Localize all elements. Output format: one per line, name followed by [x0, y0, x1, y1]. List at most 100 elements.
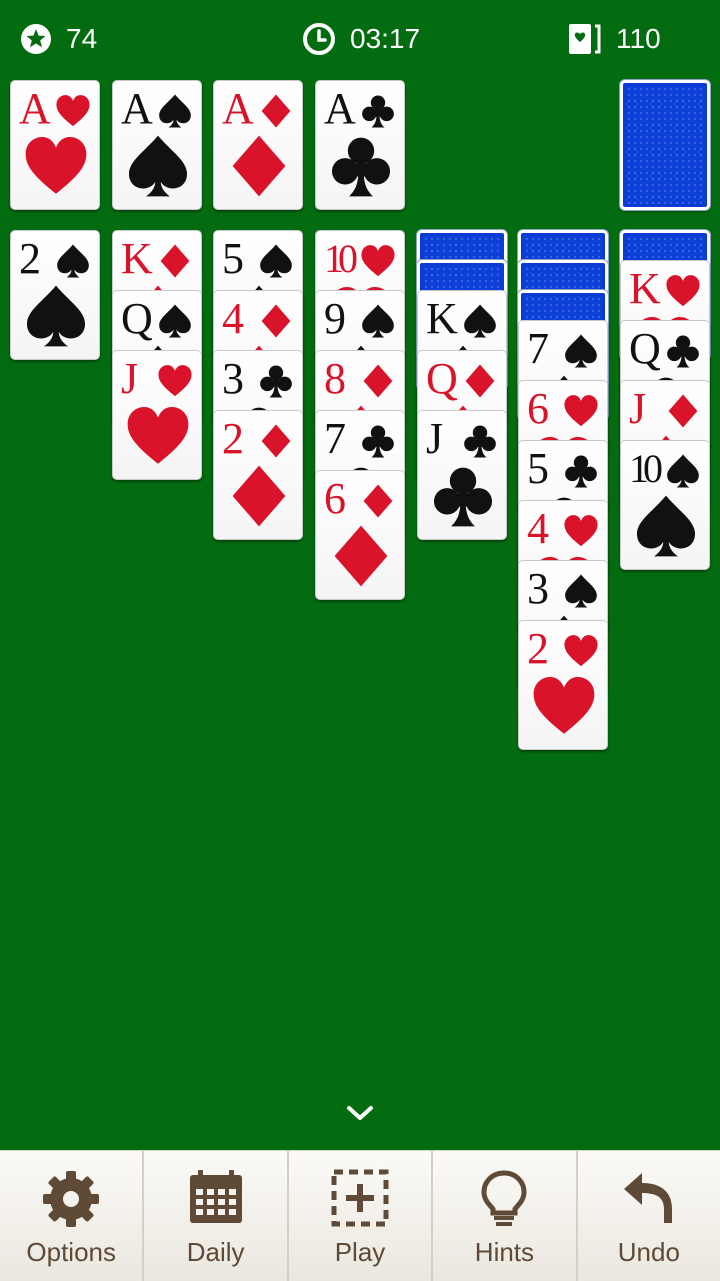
spade-icon [462, 303, 498, 339]
card-rank: A [19, 84, 51, 133]
score-value: 74 [66, 23, 98, 54]
tableau-card[interactable]: J [417, 410, 507, 540]
tableau-card[interactable]: 2 [213, 410, 303, 540]
card-rank: 4 [527, 504, 549, 553]
club-icon [328, 133, 394, 199]
card-rank: 8 [324, 354, 346, 403]
club-icon [462, 423, 498, 459]
foundation-clubs[interactable]: A [315, 80, 405, 210]
stock-pile[interactable] [620, 80, 710, 210]
spade-icon [563, 573, 599, 609]
card-rank: 3 [222, 354, 244, 403]
gear-icon [43, 1171, 100, 1227]
heart-icon [23, 133, 89, 199]
card-rank: 10 [629, 446, 663, 491]
spade-icon [563, 333, 599, 369]
new-game-icon [331, 1169, 389, 1227]
diamond-icon [258, 303, 294, 339]
diamond-icon [360, 363, 396, 399]
tableau-card[interactable]: 2 [518, 620, 608, 750]
club-icon [665, 333, 701, 369]
star-icon [21, 24, 51, 54]
club-icon [360, 423, 396, 459]
spade-icon [23, 283, 89, 349]
card-rank: A [121, 84, 153, 133]
options-button[interactable]: Options [0, 1151, 145, 1281]
spade-icon [125, 133, 191, 199]
spade-icon [258, 243, 294, 279]
diamond-icon [157, 243, 193, 279]
club-icon [258, 363, 294, 399]
tableau-card[interactable]: 10 [620, 440, 710, 570]
timer-value: 03:17 [350, 23, 421, 54]
diamond-icon [258, 423, 294, 459]
heart-icon [665, 273, 701, 309]
undo-button[interactable]: Undo [578, 1151, 720, 1281]
card-rank: 6 [527, 384, 549, 433]
daily-button[interactable]: Daily [144, 1151, 289, 1281]
heart-icon [360, 243, 396, 279]
cards-icon [569, 24, 601, 54]
chevron-down-icon[interactable] [345, 1102, 375, 1124]
card-rank: K [121, 234, 153, 283]
club-icon [430, 463, 496, 529]
clock-icon [303, 23, 335, 55]
foundation-diamonds[interactable]: A [213, 80, 303, 210]
foundation-spades[interactable]: A [112, 80, 202, 210]
card-rank: 2 [19, 234, 41, 283]
calendar-icon [189, 1170, 242, 1223]
timer-indicator: 03:17 [302, 20, 420, 58]
score-indicator: 74 [20, 20, 97, 58]
card-rank: 7 [324, 414, 346, 463]
tableau-card[interactable]: 2 [10, 230, 100, 360]
card-rank: 5 [527, 444, 549, 493]
daily-label: Daily [186, 1237, 245, 1267]
diamond-icon [226, 133, 292, 199]
options-label: Options [26, 1237, 116, 1267]
spade-icon [665, 453, 701, 489]
hints-button[interactable]: Hints [433, 1151, 578, 1281]
spade-icon [360, 303, 396, 339]
card-rank: 6 [324, 474, 346, 523]
undo-label: Undo [617, 1237, 680, 1267]
diamond-icon [360, 483, 396, 519]
diamond-icon [328, 523, 394, 589]
moves-value: 110 [616, 23, 661, 54]
club-icon [563, 453, 599, 489]
card-rank: 7 [527, 324, 549, 373]
club-icon [360, 93, 396, 129]
moves-indicator: 110 [566, 20, 661, 58]
heart-icon [125, 403, 191, 469]
card-rank: Q [121, 294, 153, 343]
card-rank: 2 [222, 414, 244, 463]
card-rank: Q [426, 354, 458, 403]
play-label: Play [334, 1237, 386, 1267]
diamond-icon [665, 393, 701, 429]
card-rank: J [121, 354, 139, 403]
card-rank: 3 [527, 564, 549, 613]
heart-icon [563, 393, 599, 429]
heart-icon [157, 363, 193, 399]
tableau-card[interactable]: J [112, 350, 202, 480]
foundation-hearts[interactable]: A [10, 80, 100, 210]
spade-icon [157, 93, 193, 129]
diamond-icon [462, 363, 498, 399]
card-rank: A [324, 84, 356, 133]
card-rank: J [426, 414, 444, 463]
card-back-pattern [626, 86, 704, 204]
lightbulb-icon [481, 1170, 527, 1226]
card-rank: A [222, 84, 254, 133]
card-rank: 9 [324, 294, 346, 343]
spade-icon [633, 493, 699, 559]
spade-icon [157, 303, 193, 339]
tableau-card[interactable]: 6 [315, 470, 405, 600]
card-rank: 5 [222, 234, 244, 283]
card-rank: K [629, 264, 661, 313]
diamond-icon [258, 93, 294, 129]
card-rank: J [629, 384, 647, 433]
card-rank: K [426, 294, 458, 343]
play-button[interactable]: Play [289, 1151, 434, 1281]
heart-icon [55, 93, 91, 129]
card-rank: 10 [324, 236, 358, 281]
card-rank: 4 [222, 294, 244, 343]
